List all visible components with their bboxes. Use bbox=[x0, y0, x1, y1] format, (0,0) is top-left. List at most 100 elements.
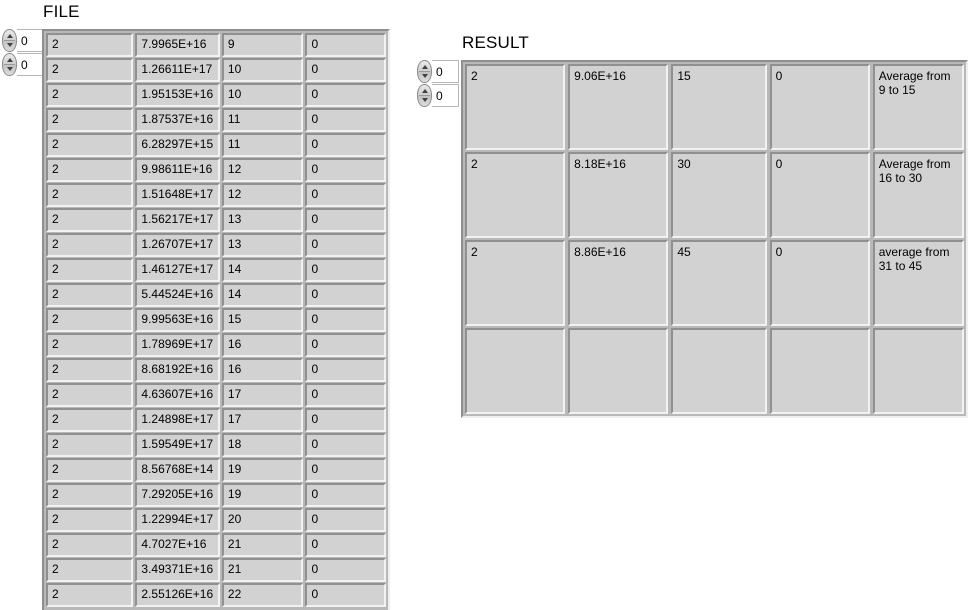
result-array-table[interactable]: 2 9.06E+16 15 0 Average from 9 to 15 2 8.18E+1… bbox=[461, 60, 968, 418]
array-cell[interactable]: 7.29205E+16 bbox=[135, 483, 220, 507]
array-cell[interactable]: 0 bbox=[305, 133, 386, 157]
array-cell[interactable]: 2 bbox=[46, 583, 134, 607]
file-row-index-spinner[interactable] bbox=[2, 29, 17, 52]
array-cell[interactable] bbox=[465, 328, 566, 414]
array-cell[interactable]: 20 bbox=[221, 508, 304, 532]
array-cell[interactable]: 8.86E+16 bbox=[568, 240, 669, 326]
array-cell[interactable]: 9.98611E+16 bbox=[135, 158, 220, 182]
array-cell[interactable]: 2 bbox=[465, 64, 566, 150]
array-cell[interactable]: 30 bbox=[671, 152, 767, 238]
array-cell[interactable]: Average from 9 to 15 bbox=[872, 64, 964, 150]
array-cell[interactable]: 0 bbox=[305, 208, 386, 232]
result-col-index-value[interactable]: 0 bbox=[432, 84, 459, 107]
array-cell[interactable]: 1.51648E+17 bbox=[135, 183, 220, 207]
array-cell[interactable]: 3.49371E+16 bbox=[135, 558, 220, 582]
array-cell[interactable]: 0 bbox=[305, 508, 386, 532]
array-cell[interactable]: 10 bbox=[221, 83, 304, 107]
result-col-index-control[interactable]: 0 bbox=[417, 84, 459, 107]
array-cell[interactable]: 15 bbox=[671, 64, 767, 150]
array-cell[interactable] bbox=[769, 328, 870, 414]
array-cell[interactable]: 11 bbox=[221, 133, 304, 157]
array-cell[interactable]: 0 bbox=[305, 483, 386, 507]
array-cell[interactable]: average from 31 to 45 bbox=[872, 240, 964, 326]
array-cell[interactable]: 9.06E+16 bbox=[568, 64, 669, 150]
array-cell[interactable] bbox=[568, 328, 669, 414]
array-cell[interactable]: 45 bbox=[671, 240, 767, 326]
file-col-index-value[interactable]: 0 bbox=[17, 53, 44, 76]
array-cell[interactable]: 0 bbox=[305, 258, 386, 282]
arrow-down-icon[interactable] bbox=[421, 97, 428, 102]
result-row-index-control[interactable]: 0 bbox=[417, 60, 459, 83]
array-cell[interactable]: 2 bbox=[46, 133, 134, 157]
file-row-index-value[interactable]: 0 bbox=[17, 29, 44, 52]
arrow-down-icon[interactable] bbox=[6, 42, 13, 47]
arrow-up-icon[interactable] bbox=[6, 58, 13, 63]
result-row-index-spinner[interactable] bbox=[417, 60, 432, 83]
array-cell[interactable]: 0 bbox=[305, 283, 386, 307]
array-cell[interactable]: 2.55126E+16 bbox=[135, 583, 220, 607]
array-cell[interactable]: 10 bbox=[221, 58, 304, 82]
array-cell[interactable]: 2 bbox=[46, 558, 134, 582]
array-cell[interactable]: 2 bbox=[46, 208, 134, 232]
arrow-down-icon[interactable] bbox=[6, 66, 13, 71]
array-cell[interactable]: 0 bbox=[305, 583, 386, 607]
arrow-down-icon[interactable] bbox=[421, 73, 428, 78]
file-array-table[interactable]: 2 7.9965E+16 9 0 2 1.26611E+17 10 0 2 1.95153E+16… bbox=[42, 29, 390, 610]
array-cell[interactable]: 0 bbox=[305, 458, 386, 482]
array-cell[interactable]: 1.22994E+17 bbox=[135, 508, 220, 532]
array-cell[interactable]: 0 bbox=[305, 358, 386, 382]
array-cell[interactable]: 13 bbox=[221, 233, 304, 257]
array-cell[interactable]: 16 bbox=[221, 333, 304, 357]
array-cell[interactable]: 15 bbox=[221, 308, 304, 332]
array-cell[interactable]: 5.44524E+16 bbox=[135, 283, 220, 307]
array-cell[interactable]: 21 bbox=[221, 558, 304, 582]
array-cell[interactable]: 4.7027E+16 bbox=[135, 533, 220, 557]
array-cell[interactable]: 2 bbox=[46, 458, 134, 482]
array-cell[interactable]: 0 bbox=[769, 64, 870, 150]
arrow-up-icon[interactable] bbox=[6, 34, 13, 39]
array-cell[interactable]: 2 bbox=[46, 408, 134, 432]
array-cell[interactable]: 12 bbox=[221, 183, 304, 207]
array-cell[interactable]: 0 bbox=[305, 333, 386, 357]
array-cell[interactable]: 0 bbox=[305, 33, 386, 57]
array-cell[interactable]: 0 bbox=[305, 558, 386, 582]
array-cell[interactable]: 21 bbox=[221, 533, 304, 557]
array-cell[interactable]: 0 bbox=[305, 383, 386, 407]
array-cell[interactable]: 16 bbox=[221, 358, 304, 382]
array-cell[interactable] bbox=[872, 328, 964, 414]
array-cell[interactable]: 2 bbox=[46, 333, 134, 357]
array-cell[interactable]: 2 bbox=[46, 508, 134, 532]
array-cell[interactable]: 2 bbox=[46, 283, 134, 307]
array-cell[interactable]: 0 bbox=[305, 233, 386, 257]
array-cell[interactable]: 2 bbox=[46, 83, 134, 107]
array-cell[interactable]: 7.9965E+16 bbox=[135, 33, 220, 57]
array-cell[interactable]: Average from 16 to 30 bbox=[872, 152, 964, 238]
array-cell[interactable]: 0 bbox=[305, 183, 386, 207]
array-cell[interactable]: 2 bbox=[46, 233, 134, 257]
array-cell[interactable]: 22 bbox=[221, 583, 304, 607]
file-col-index-control[interactable]: 0 bbox=[2, 53, 44, 76]
array-cell[interactable]: 9.99563E+16 bbox=[135, 308, 220, 332]
array-cell[interactable]: 1.26707E+17 bbox=[135, 233, 220, 257]
arrow-up-icon[interactable] bbox=[421, 65, 428, 70]
array-cell[interactable]: 2 bbox=[46, 308, 134, 332]
array-cell[interactable]: 1.59549E+17 bbox=[135, 433, 220, 457]
file-row-index-control[interactable]: 0 bbox=[2, 29, 44, 52]
array-cell[interactable]: 18 bbox=[221, 433, 304, 457]
array-cell[interactable]: 2 bbox=[46, 433, 134, 457]
array-cell[interactable]: 8.18E+16 bbox=[568, 152, 669, 238]
file-col-index-spinner[interactable] bbox=[2, 53, 17, 76]
arrow-up-icon[interactable] bbox=[421, 89, 428, 94]
array-cell[interactable]: 2 bbox=[46, 258, 134, 282]
array-cell[interactable]: 1.56217E+17 bbox=[135, 208, 220, 232]
array-cell[interactable]: 14 bbox=[221, 283, 304, 307]
array-cell[interactable]: 0 bbox=[305, 108, 386, 132]
array-cell[interactable]: 13 bbox=[221, 208, 304, 232]
array-cell[interactable]: 19 bbox=[221, 458, 304, 482]
array-cell[interactable]: 2 bbox=[46, 183, 134, 207]
array-cell[interactable]: 0 bbox=[305, 158, 386, 182]
array-cell[interactable]: 9 bbox=[221, 33, 304, 57]
array-cell[interactable]: 2 bbox=[46, 383, 134, 407]
array-cell[interactable]: 0 bbox=[769, 152, 870, 238]
array-cell[interactable]: 17 bbox=[221, 408, 304, 432]
